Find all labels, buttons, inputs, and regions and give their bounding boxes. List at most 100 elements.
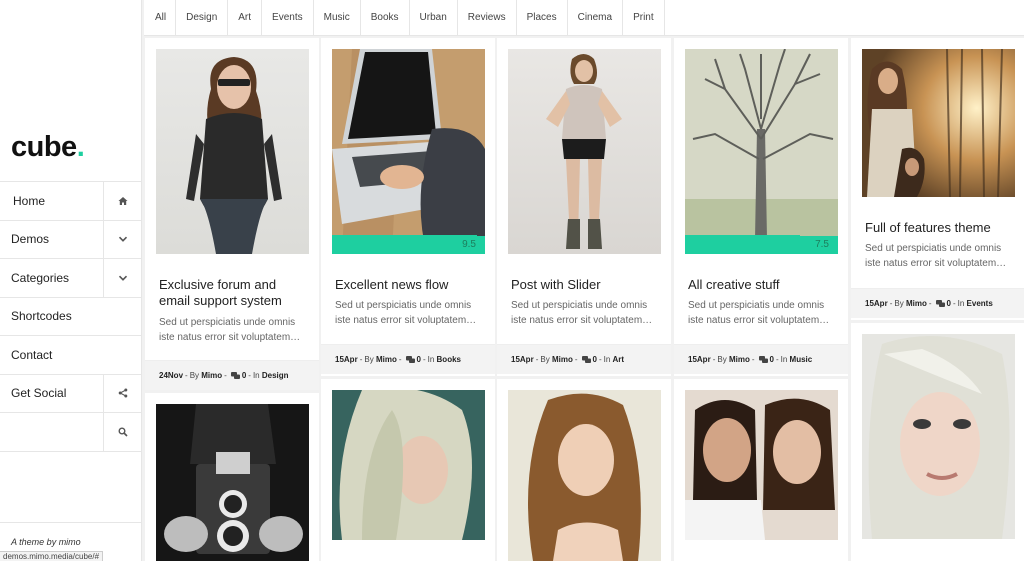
nav-item-shortcodes[interactable]: Shortcodes	[0, 298, 142, 336]
nav-label: Get Social	[11, 386, 67, 401]
post-card[interactable]	[321, 379, 495, 561]
post-category[interactable]: Music	[790, 355, 813, 364]
post-card[interactable]: 7.5 All creative stuff Sed ut perspiciat…	[674, 38, 848, 376]
post-meta: 15Apr - By Mimo - 0- In Books	[321, 344, 495, 374]
post-date: 15Apr	[335, 355, 358, 364]
post-meta: 24Nov - By Mimo - 0- In Design	[145, 360, 319, 390]
post-by: By	[540, 355, 550, 364]
sidebar: cube. Home Demos Categories Shortcodes C…	[0, 0, 142, 561]
post-by: By	[717, 355, 727, 364]
post-in: In	[427, 355, 435, 364]
filter-places[interactable]: Places	[517, 0, 568, 36]
post-in: In	[780, 355, 788, 364]
post-date: 15Apr	[511, 355, 534, 364]
review-score: 7.5	[815, 239, 829, 250]
comments-icon	[758, 356, 768, 363]
share-icon[interactable]	[103, 374, 141, 412]
comments-icon	[230, 372, 240, 379]
filter-print[interactable]: Print	[623, 0, 665, 36]
nav-item-search[interactable]	[0, 413, 142, 452]
post-image[interactable]	[862, 49, 1015, 197]
post-card[interactable]	[497, 379, 671, 561]
post-image[interactable]: 7.5	[685, 49, 838, 254]
post-image[interactable]	[508, 390, 661, 561]
nav-item-categories[interactable]: Categories	[0, 259, 142, 298]
post-excerpt: Sed ut perspiciatis unde omnis iste natu…	[511, 300, 653, 326]
nav-item-get-social[interactable]: Get Social	[0, 374, 142, 413]
post-comment-count: 0	[769, 355, 774, 364]
post-image[interactable]	[332, 390, 485, 540]
post-image[interactable]	[156, 404, 309, 561]
post-excerpt: Sed ut perspiciatis unde omnis iste natu…	[335, 300, 477, 326]
post-card[interactable]: Full of features theme Sed ut perspiciat…	[851, 38, 1024, 320]
filter-cinema[interactable]: Cinema	[568, 0, 624, 36]
post-title[interactable]: All creative stuff	[688, 277, 838, 293]
post-by: By	[894, 299, 904, 308]
post-category[interactable]: Events	[967, 299, 993, 308]
post-card[interactable]	[851, 323, 1024, 561]
post-by: By	[364, 355, 374, 364]
filter-events[interactable]: Events	[262, 0, 314, 36]
post-title[interactable]: Full of features theme	[865, 220, 1015, 236]
filter-urban[interactable]: Urban	[410, 0, 458, 36]
post-in: In	[252, 371, 260, 380]
post-author[interactable]: Mimo	[376, 355, 397, 364]
nav-label: Demos	[11, 232, 50, 247]
post-image[interactable]	[508, 49, 661, 254]
post-excerpt: Sed ut perspiciatis unde omnis iste natu…	[865, 243, 1007, 269]
post-image[interactable]: 9.5	[332, 49, 485, 254]
nav-label: Home	[13, 193, 46, 208]
post-title[interactable]: Post with Slider	[511, 277, 661, 293]
post-comment-count: 0	[416, 355, 421, 364]
nav-label: Shortcodes	[11, 309, 72, 324]
divider	[0, 522, 142, 523]
filter-art[interactable]: Art	[228, 0, 263, 36]
post-comment-count: 0	[946, 299, 951, 308]
status-bar-url: demos.mimo.media/cube/#	[0, 551, 104, 561]
filter-all[interactable]: All	[144, 0, 177, 36]
review-score-bar	[332, 235, 478, 254]
post-author[interactable]: Mimo	[906, 299, 927, 308]
nav-item-contact[interactable]: Contact	[0, 336, 142, 375]
post-comment-count: 0	[241, 371, 247, 380]
chevron-down-icon[interactable]	[103, 259, 141, 297]
post-author[interactable]: Mimo	[201, 371, 222, 380]
filter-reviews[interactable]: Reviews	[458, 0, 517, 36]
post-in: In	[957, 299, 965, 308]
sidebar-nav: Home Demos Categories Shortcodes Contact…	[0, 181, 142, 452]
post-category[interactable]: Design	[262, 371, 289, 380]
logo-text: cube	[11, 131, 77, 163]
theme-credit: A theme by mimo	[11, 537, 81, 547]
post-title[interactable]: Excellent news flow	[335, 277, 485, 293]
category-filter-bar: All Design Art Events Music Books Urban …	[144, 0, 1024, 36]
post-card[interactable]: Exclusive forum and email support system…	[145, 38, 319, 390]
home-icon[interactable]	[103, 182, 141, 220]
post-card[interactable]	[674, 379, 848, 561]
review-score: 9.5	[462, 239, 476, 250]
post-category[interactable]: Books	[437, 355, 461, 364]
nav-label: Categories	[11, 270, 70, 285]
logo[interactable]: cube.	[11, 131, 85, 164]
post-category[interactable]: Art	[613, 355, 625, 364]
post-title[interactable]: Exclusive forum and email support system	[159, 277, 309, 309]
post-image[interactable]	[156, 49, 309, 254]
comments-icon	[581, 356, 591, 363]
nav-label: Contact	[11, 347, 53, 362]
post-comment-count: 0	[592, 355, 597, 364]
review-score-bar	[685, 235, 800, 254]
post-card[interactable]: Post with Slider Sed ut perspiciatis und…	[497, 38, 671, 376]
nav-item-home[interactable]: Home	[0, 182, 142, 221]
filter-books[interactable]: Books	[361, 0, 410, 36]
post-image[interactable]	[862, 334, 1015, 539]
post-author[interactable]: Mimo	[729, 355, 750, 364]
search-icon[interactable]	[103, 413, 141, 451]
nav-item-demos[interactable]: Demos	[0, 220, 142, 259]
chevron-down-icon[interactable]	[103, 220, 141, 258]
post-card[interactable]	[145, 393, 319, 561]
filter-music[interactable]: Music	[314, 0, 361, 36]
post-image[interactable]	[685, 390, 838, 540]
post-in: In	[603, 355, 611, 364]
filter-design[interactable]: Design	[176, 0, 229, 36]
post-author[interactable]: Mimo	[552, 355, 573, 364]
post-card[interactable]: 9.5 Excellent news flow Sed ut perspicia…	[321, 38, 495, 376]
